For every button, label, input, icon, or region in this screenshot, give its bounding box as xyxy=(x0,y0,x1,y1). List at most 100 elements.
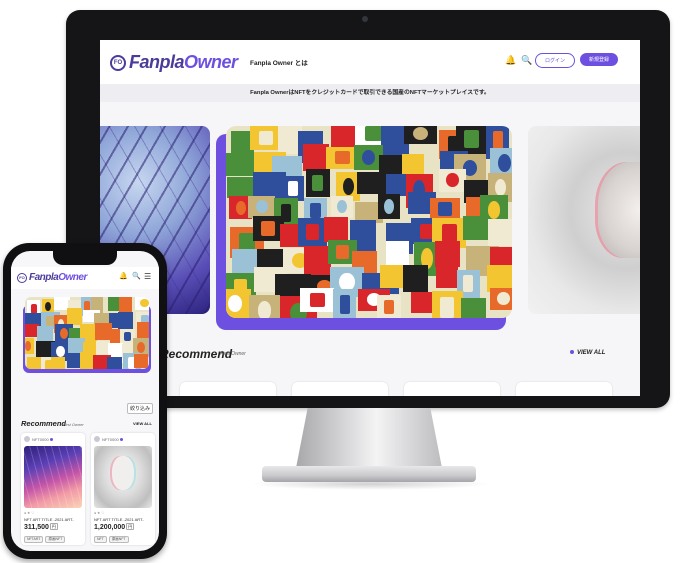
card-tag[interactable]: 原画NFT xyxy=(108,536,129,543)
recommend-cards-row xyxy=(180,382,620,396)
hamburger-menu-icon[interactable]: ☰ xyxy=(144,272,151,281)
carousel-slide-next[interactable] xyxy=(528,126,640,314)
recommend-subtitle: First Owner xyxy=(63,422,84,427)
collage-tile xyxy=(300,288,334,312)
collage-tile xyxy=(330,196,354,218)
collage-glyph xyxy=(365,126,382,141)
collage-glyph xyxy=(362,149,375,166)
card-meta-icons: ● ★ ♡ xyxy=(24,511,35,515)
phone-notch xyxy=(53,251,117,265)
recommend-card[interactable] xyxy=(292,382,388,396)
collage-tile xyxy=(248,195,275,218)
price-value: 1,200,000 xyxy=(94,524,126,531)
filter-button[interactable]: 絞り込み xyxy=(127,403,154,414)
collage-glyph xyxy=(56,345,65,358)
collage-glyph xyxy=(257,301,272,318)
price-unit: 円 xyxy=(126,523,135,531)
view-all-link[interactable]: VIEW ALL xyxy=(133,421,152,426)
logo-text-fanpla: Fanpla xyxy=(29,272,59,283)
nft-card[interactable]: NFT0000 ● ★ ♡ NFT ART TITLE -2021 ART- 3… xyxy=(21,433,85,545)
collage-glyph xyxy=(335,245,350,259)
collage-tile xyxy=(25,337,34,355)
verified-icon xyxy=(49,437,53,441)
card-tag[interactable]: 原画NFT xyxy=(45,536,66,543)
collage-glyph xyxy=(497,292,510,306)
collage-glyph xyxy=(339,295,351,315)
logo-mark-icon: FO xyxy=(17,272,27,283)
collage-glyph xyxy=(140,299,149,308)
collage-tile xyxy=(50,357,66,369)
desktop-header: FO FanplaOwner Fanpla Owner とは 🔔 🔍 ログイン … xyxy=(100,40,640,84)
hero-slide[interactable] xyxy=(25,297,149,369)
card-meta-icons: ● ★ ♡ xyxy=(94,511,105,515)
bell-icon[interactable]: 🔔 xyxy=(505,55,516,66)
owner-name: NFT0000 xyxy=(32,436,49,442)
collage-tile xyxy=(461,297,487,318)
collage-tile xyxy=(305,169,331,197)
collage-tile xyxy=(488,219,512,247)
bell-icon[interactable]: 🔔 xyxy=(119,272,128,280)
portrait-face-art xyxy=(598,162,640,258)
collage-tile xyxy=(378,194,401,220)
card-title: NFT ART TITLE -2021 ART- xyxy=(24,517,74,522)
collage-tile xyxy=(133,353,148,369)
search-icon[interactable]: 🔍 xyxy=(521,55,532,66)
collage-tile xyxy=(323,217,348,242)
card-price: 1,200,000 円 xyxy=(94,523,135,531)
card-owner[interactable]: NFT0000 xyxy=(94,436,123,442)
card-price: 311,500 円 xyxy=(24,523,58,531)
collage-glyph xyxy=(288,181,299,197)
collage-glyph xyxy=(498,154,512,173)
collage-tile xyxy=(404,126,438,144)
collage-tile xyxy=(67,307,82,325)
brand-logo[interactable]: FO FanplaOwner xyxy=(110,52,238,73)
phone-header: FO FanplaOwner 🔔 🔍 ☰ xyxy=(11,267,159,289)
collage-glyph xyxy=(261,221,276,237)
recommend-card[interactable] xyxy=(516,382,612,396)
recommend-title: Recommend xyxy=(21,419,67,428)
collage-tile xyxy=(226,152,256,177)
brand-logo[interactable]: FO FanplaOwner xyxy=(17,272,87,283)
card-artwork[interactable] xyxy=(24,446,82,508)
collage-tile xyxy=(333,289,357,318)
recommend-card[interactable] xyxy=(404,382,500,396)
card-tag[interactable]: NFT xyxy=(94,536,107,543)
about-link[interactable]: Fanpla Owner とは xyxy=(250,57,308,67)
card-owner[interactable]: NFT0000 xyxy=(24,436,53,442)
collage-tile xyxy=(438,168,467,192)
collage-tile xyxy=(297,218,327,246)
collage-glyph xyxy=(45,302,51,312)
recommend-card[interactable] xyxy=(180,382,276,396)
logo-text: FanplaOwner xyxy=(29,272,87,283)
login-button[interactable]: ログイン xyxy=(535,53,575,68)
collage-tile xyxy=(282,176,305,202)
collage-glyph xyxy=(309,292,325,308)
view-all-link[interactable]: VIEW ALL xyxy=(570,350,605,356)
collage-glyph xyxy=(337,200,348,214)
collage-glyph xyxy=(342,177,354,196)
collage-glyph xyxy=(464,130,479,149)
search-icon[interactable]: 🔍 xyxy=(132,272,141,280)
collage-glyph xyxy=(235,200,246,215)
price-value: 311,500 xyxy=(24,524,49,531)
view-all-label: VIEW ALL xyxy=(577,350,606,356)
collage-glyph xyxy=(384,199,395,215)
monitor-stand-neck xyxy=(296,408,442,468)
logo-text: FanplaOwner xyxy=(129,52,238,73)
nft-card[interactable]: NFT0000 ● ★ ♡ NFT ART TITLE -2021 ART- 1… xyxy=(91,433,155,545)
collage-tile xyxy=(435,265,459,288)
card-tag[interactable]: NFTART xyxy=(24,536,44,543)
collage-glyph xyxy=(413,126,429,140)
logo-mark-text: FO xyxy=(113,59,123,66)
card-artwork[interactable] xyxy=(94,446,152,508)
carousel-slide-main[interactable] xyxy=(226,126,512,318)
collage-glyph xyxy=(124,331,131,341)
collage-glyph xyxy=(255,200,268,214)
collage-tile xyxy=(249,295,280,318)
register-button[interactable]: 新規登録 xyxy=(580,53,618,66)
collage-glyph xyxy=(441,224,457,242)
collage-tile xyxy=(432,290,463,318)
collage-glyph xyxy=(446,173,459,187)
collage-glyph xyxy=(463,275,474,293)
collage-glyph xyxy=(54,360,62,369)
